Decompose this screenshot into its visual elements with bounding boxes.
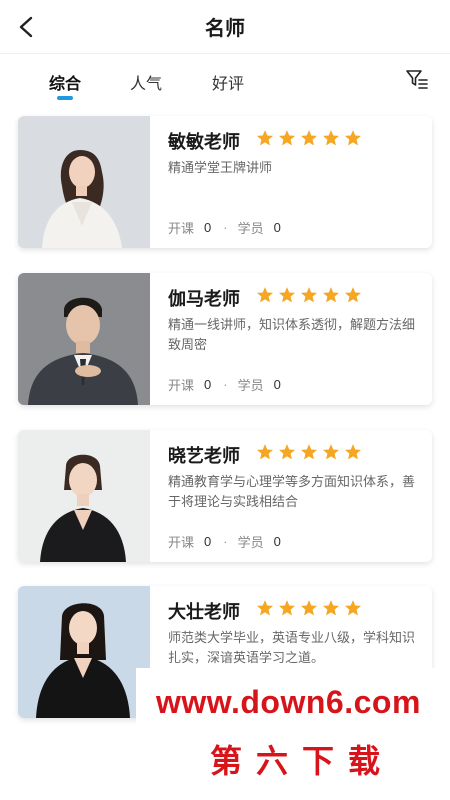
star-icon [300,287,318,303]
back-button[interactable] [14,14,40,40]
courses-label: 开课 [168,221,195,236]
rating-stars [256,129,366,147]
star-icon [322,130,340,146]
teacher-stats: 开课 0 · 学员 0 [168,375,293,394]
watermark: www.down6.com 第六下载 [136,668,450,800]
star-icon [256,130,274,146]
star-icon [300,130,318,146]
star-icon [322,444,340,460]
filter-button[interactable] [405,68,429,92]
teacher-name: 伽马老师 [168,289,240,309]
star-icon [256,600,274,616]
courses-label: 开课 [168,378,195,393]
star-icon [278,600,296,616]
teacher-stats: 开课 0 · 学员 0 [168,532,293,551]
star-icon [344,600,362,616]
students-label: 学员 [237,221,264,236]
top-bar: 名师 [0,0,450,54]
teacher-stats: 开课 0 · 学员 0 [168,218,293,237]
teacher-name: 敏敏老师 [168,132,240,152]
back-chevron-icon [19,16,33,38]
students-label: 学员 [237,535,264,550]
tab-popularity[interactable]: 人气 [130,70,162,94]
page-title: 名师 [205,18,245,40]
teacher-photo [18,430,150,562]
active-tab-indicator [57,96,73,100]
watermark-url: www.down6.com [156,684,421,720]
rating-stars [256,286,366,304]
courses-count: 0 [204,377,212,392]
teacher-card[interactable]: 伽马老师 精通一线讲师，知识体系透彻，解题方法细致周密 开课 0 · 学员 0 [18,273,432,405]
star-icon [344,287,362,303]
star-icon [278,444,296,460]
students-count: 0 [273,534,281,549]
teacher-photo [18,586,150,718]
tab-comprehensive[interactable]: 综合 [49,70,81,94]
teacher-card[interactable]: 晓艺老师 精通教育学与心理学等多方面知识体系，善于将理论与实践相结合 开课 0 … [18,430,432,562]
stats-separator: · [223,534,228,549]
star-icon [256,287,274,303]
star-icon [256,444,274,460]
students-label: 学员 [237,378,264,393]
courses-count: 0 [204,220,212,235]
star-icon [344,130,362,146]
rating-stars [256,599,366,617]
courses-label: 开课 [168,535,195,550]
rating-stars [256,443,366,461]
courses-count: 0 [204,534,212,549]
students-count: 0 [273,220,281,235]
teacher-card[interactable]: 敏敏老师 精通学堂王牌讲师 开课 0 · 学员 0 [18,116,432,248]
teacher-description: 精通一线讲师，知识体系透彻，解题方法细致周密 [168,317,416,352]
star-icon [278,130,296,146]
stats-separator: · [223,220,228,235]
teacher-description: 精通教育学与心理学等多方面知识体系，善于将理论与实践相结合 [168,474,416,509]
star-icon [300,600,318,616]
teacher-photo [18,273,150,405]
teacher-description: 师范类大学毕业，英语专业八级，学科知识扎实，深谙英语学习之道。 [168,630,416,665]
teacher-description: 精通学堂王牌讲师 [168,160,273,175]
students-count: 0 [273,377,281,392]
star-icon [278,287,296,303]
watermark-text: 第六下载 [210,743,395,779]
teacher-name: 晓艺老师 [168,446,240,466]
teacher-name: 大壮老师 [168,602,240,622]
teacher-photo [18,116,150,248]
star-icon [322,287,340,303]
star-icon [344,444,362,460]
stats-separator: · [223,377,228,392]
filter-icon [406,70,428,89]
tab-rating[interactable]: 好评 [212,70,244,94]
star-icon [322,600,340,616]
star-icon [300,444,318,460]
